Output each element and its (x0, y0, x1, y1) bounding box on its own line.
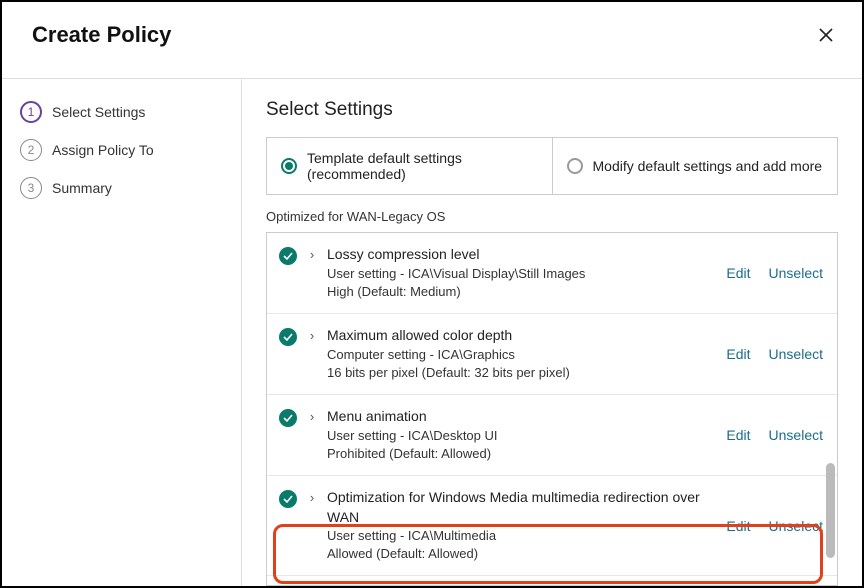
setting-row: › Overall session bandwidth limit User s… (267, 576, 837, 585)
close-button[interactable] (814, 23, 838, 47)
settings-list: › Lossy compression level User setting -… (266, 232, 838, 586)
radio-label: Modify default settings and add more (593, 158, 823, 174)
checkmark-icon (279, 490, 297, 508)
radio-modify-default[interactable]: Modify default settings and add more (552, 138, 838, 194)
unselect-link[interactable]: Unselect (769, 346, 823, 362)
unselect-link[interactable]: Unselect (769, 265, 823, 281)
close-icon (818, 27, 834, 43)
unselect-link[interactable]: Unselect (769, 518, 823, 534)
edit-link[interactable]: Edit (726, 346, 750, 362)
edit-link[interactable]: Edit (726, 427, 750, 443)
setting-path: User setting - ICA\Visual Display\Still … (327, 265, 718, 283)
setting-path: User setting - ICA\Desktop UI (327, 427, 718, 445)
radio-icon (567, 158, 583, 174)
page-title: Create Policy (32, 22, 171, 48)
setting-title: Optimization for Windows Media multimedi… (327, 488, 718, 527)
setting-value: High (Default: Medium) (327, 283, 718, 301)
checkmark-icon (279, 328, 297, 346)
step-number: 3 (20, 177, 42, 199)
setting-value: Prohibited (Default: Allowed) (327, 445, 718, 463)
wizard-steps: 1 Select Settings 2 Assign Policy To 3 S… (2, 79, 242, 586)
setting-row: › Menu animation User setting - ICA\Desk… (267, 395, 837, 476)
checkmark-icon (279, 247, 297, 265)
radio-icon (281, 158, 297, 174)
chevron-right-icon[interactable]: › (305, 328, 319, 343)
setting-title: Maximum allowed color depth (327, 326, 718, 346)
setting-title: Menu animation (327, 407, 718, 427)
checkmark-icon (279, 409, 297, 427)
setting-row: › Lossy compression level User setting -… (267, 233, 837, 314)
radio-label: Template default settings (recommended) (307, 150, 538, 182)
setting-row: › Optimization for Windows Media multime… (267, 476, 837, 577)
settings-mode-radio-group: Template default settings (recommended) … (266, 137, 838, 195)
setting-row: › Maximum allowed color depth Computer s… (267, 314, 837, 395)
template-name-label: Optimized for WAN-Legacy OS (266, 209, 838, 224)
step-label: Summary (52, 180, 112, 196)
edit-link[interactable]: Edit (726, 518, 750, 534)
main-heading: Select Settings (266, 99, 838, 121)
chevron-right-icon[interactable]: › (305, 490, 319, 505)
step-select-settings[interactable]: 1 Select Settings (20, 101, 241, 123)
setting-value: Allowed (Default: Allowed) (327, 545, 718, 563)
step-label: Assign Policy To (52, 142, 154, 158)
chevron-right-icon[interactable]: › (305, 409, 319, 424)
setting-path: User setting - ICA\Multimedia (327, 527, 718, 545)
step-summary[interactable]: 3 Summary (20, 177, 241, 199)
step-number: 1 (20, 101, 42, 123)
edit-link[interactable]: Edit (726, 265, 750, 281)
radio-template-default[interactable]: Template default settings (recommended) (267, 138, 552, 194)
chevron-right-icon[interactable]: › (305, 247, 319, 262)
setting-path: Computer setting - ICA\Graphics (327, 346, 718, 364)
step-number: 2 (20, 139, 42, 161)
settings-scroll[interactable]: › Lossy compression level User setting -… (267, 233, 837, 585)
step-label: Select Settings (52, 104, 145, 120)
unselect-link[interactable]: Unselect (769, 427, 823, 443)
step-assign-policy-to[interactable]: 2 Assign Policy To (20, 139, 241, 161)
setting-title: Lossy compression level (327, 245, 718, 265)
setting-value: 16 bits per pixel (Default: 32 bits per … (327, 364, 718, 382)
